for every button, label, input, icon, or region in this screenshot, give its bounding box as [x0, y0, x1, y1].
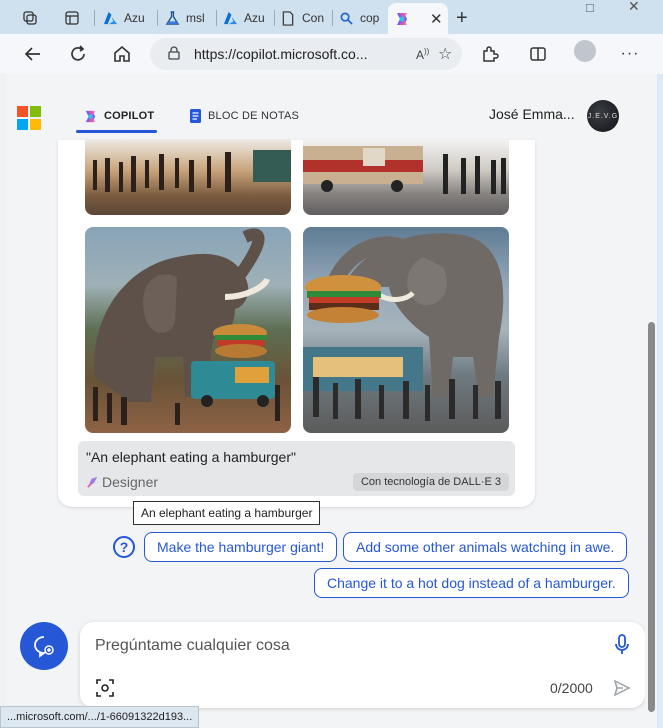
crowd-scene-picture: [93, 150, 291, 192]
user-avatar[interactable]: J.E.V.G: [587, 100, 619, 132]
copilot-page: COPILOT BLOC DE NOTAS José Emma... J.E.V…: [6, 74, 657, 728]
extensions-button[interactable]: [476, 40, 504, 68]
tab-label: Con: [302, 11, 325, 25]
food-truck-picture: [303, 146, 506, 194]
workspaces-icon: [22, 10, 38, 26]
generated-image[interactable]: [303, 227, 509, 433]
status-url-bar: ...microsoft.com/.../1-66091322d193...: [0, 706, 200, 728]
azure-icon: [102, 10, 118, 26]
browser-toolbar: https://copilot.microsoft.co... A)) ☆ ··…: [0, 34, 663, 74]
url-text: https://copilot.microsoft.co...: [194, 46, 368, 62]
copilot-icon: [85, 110, 96, 122]
back-button[interactable]: [19, 40, 47, 68]
home-icon: [114, 45, 130, 62]
new-tab-icon[interactable]: +: [456, 7, 468, 30]
tab-notebook[interactable]: BLOC DE NOTAS: [189, 102, 299, 130]
avatar-initials: J.E.V.G: [587, 112, 619, 120]
puzzle-icon: [483, 46, 499, 62]
microphone-icon[interactable]: [613, 634, 631, 656]
home-button[interactable]: [108, 40, 136, 68]
azure-icon: [222, 10, 238, 26]
favorite-star-icon[interactable]: ☆: [438, 44, 462, 64]
new-chat-icon: [34, 636, 54, 658]
scrollbar-thumb[interactable]: [648, 322, 655, 712]
page-icon: [280, 10, 296, 26]
restore-window-icon[interactable]: □: [586, 0, 594, 16]
more-options-button[interactable]: ···: [616, 40, 644, 68]
more-dots-icon: ···: [620, 45, 640, 62]
tab-actions-button[interactable]: [64, 4, 86, 32]
image-prompt-caption: "An elephant eating a hamburger": [86, 449, 296, 465]
designer-label: Designer: [102, 474, 159, 490]
suggestion-chip[interactable]: Make the hamburger giant!: [144, 532, 338, 562]
chat-input[interactable]: [95, 632, 595, 660]
workspaces-button[interactable]: [22, 4, 44, 32]
image-result-card: "An elephant eating a hamburger" Designe…: [58, 140, 535, 507]
image-search-icon[interactable]: [96, 679, 114, 697]
browser-tab-active[interactable]: ✕: [388, 3, 448, 34]
char-counter: 0/2000: [550, 680, 593, 696]
search-icon: [338, 10, 354, 26]
tab-label: BLOC DE NOTAS: [208, 110, 300, 122]
browser-tab[interactable]: msl: [164, 4, 214, 32]
image-caption-box: "An elephant eating a hamburger" Designe…: [78, 441, 515, 496]
back-arrow-icon: [24, 47, 40, 61]
tab-copilot[interactable]: COPILOT: [76, 102, 157, 133]
chat-composer: 0/2000: [80, 622, 645, 708]
designer-link[interactable]: Designer: [86, 474, 158, 490]
tab-separator: [157, 10, 158, 26]
browser-tab[interactable]: cop: [338, 4, 386, 32]
tab-label: COPILOT: [104, 110, 155, 122]
elephant-burger-picture: [303, 233, 504, 421]
user-name[interactable]: José Emma...: [489, 106, 575, 122]
lock-icon: [168, 45, 182, 63]
profile-avatar[interactable]: [574, 40, 596, 62]
split-screen-button[interactable]: [524, 40, 552, 68]
designer-icon: [87, 476, 98, 488]
new-topic-button[interactable]: [20, 622, 68, 670]
browser-tab[interactable]: Con: [280, 4, 330, 32]
copilot-icon: [394, 11, 410, 27]
close-window-icon[interactable]: ✕: [628, 0, 640, 14]
browser-tab[interactable]: Azu: [102, 4, 154, 32]
tab-separator: [216, 10, 217, 26]
question-icon[interactable]: ?: [113, 536, 135, 558]
microsoft-logo-icon[interactable]: [17, 106, 41, 130]
generated-image[interactable]: [85, 140, 291, 215]
tab-separator: [332, 10, 333, 26]
refresh-icon: [71, 45, 85, 61]
copilot-header: COPILOT BLOC DE NOTAS José Emma... J.E.V…: [6, 74, 657, 140]
generated-image[interactable]: [303, 140, 509, 215]
close-tab-icon[interactable]: ✕: [430, 10, 443, 28]
tab-label: cop: [360, 11, 380, 25]
flask-icon: [164, 10, 180, 26]
dalle-badge: Con tecnología de DALL·E 3: [352, 473, 509, 491]
tab-separator: [274, 10, 275, 26]
generated-image[interactable]: [85, 227, 291, 433]
tab-label: Azu: [244, 11, 265, 25]
tab-label: Azu: [124, 11, 145, 25]
read-aloud-icon[interactable]: A)): [416, 47, 438, 62]
image-tooltip: An elephant eating a hamburger: [133, 501, 321, 525]
refresh-button[interactable]: [64, 40, 92, 68]
tab-actions-icon: [64, 10, 80, 26]
notebook-icon: [190, 109, 201, 123]
suggestion-chip[interactable]: Change it to a hot dog instead of a hamb…: [314, 568, 629, 598]
browser-tab[interactable]: Azu: [222, 4, 272, 32]
suggestion-chip[interactable]: Add some other animals watching in awe.: [343, 532, 628, 562]
page-scrollbar[interactable]: [645, 74, 657, 728]
send-icon[interactable]: [613, 679, 631, 697]
elephant-burger-picture: [93, 228, 280, 425]
address-bar[interactable]: https://copilot.microsoft.co... A)) ☆: [150, 38, 462, 70]
tab-separator: [94, 10, 95, 26]
tab-label: msl: [186, 11, 205, 25]
split-screen-icon: [530, 47, 546, 61]
browser-tabstrip: Azu msl Azu Con cop ✕ + □ ✕: [0, 0, 663, 34]
